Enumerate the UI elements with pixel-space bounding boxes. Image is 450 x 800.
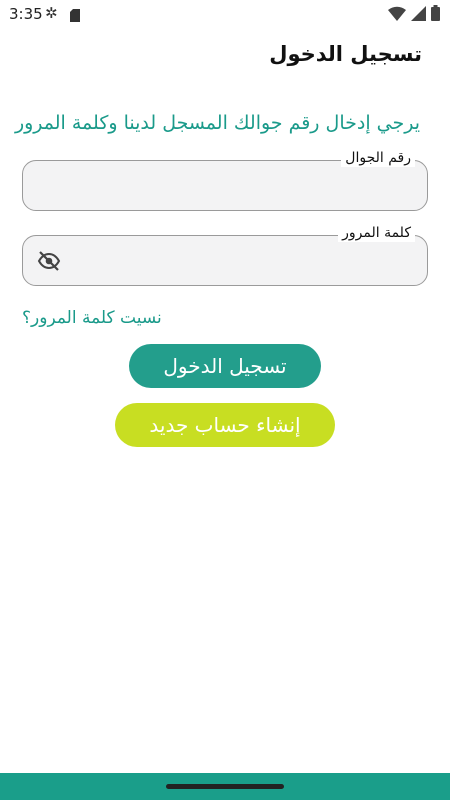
forgot-password-link[interactable]: نسيت كلمة المرور؟ (22, 308, 162, 328)
status-icons (388, 5, 440, 25)
phone-field-label: رقم الجوال (341, 149, 415, 167)
instruction-text: يرجي إدخال رقم جوالك المسجل لدينا وكلمة … (14, 112, 420, 134)
gear-icon: ✲ (45, 4, 58, 22)
password-field-label: كلمة المرور (338, 224, 415, 242)
phone-field[interactable]: رقم الجوال (22, 149, 428, 211)
login-button[interactable]: تسجيل الدخول (129, 344, 321, 388)
bottom-navigation-bar (0, 773, 450, 800)
phone-input[interactable] (37, 171, 413, 203)
status-time: 3:35 (9, 5, 43, 23)
home-indicator[interactable] (166, 784, 284, 789)
password-field[interactable]: كلمة المرور (22, 224, 428, 286)
eye-off-icon[interactable] (37, 250, 61, 272)
battery-icon (431, 5, 440, 25)
status-bar: 3:35 ✲ (0, 0, 450, 28)
register-button[interactable]: إنشاء حساب جديد (115, 403, 335, 447)
page-title: تسجيل الدخول (269, 42, 422, 66)
wifi-icon (388, 6, 406, 25)
password-input[interactable] (73, 246, 413, 278)
signal-icon (411, 5, 426, 25)
sd-card-icon (70, 7, 80, 26)
